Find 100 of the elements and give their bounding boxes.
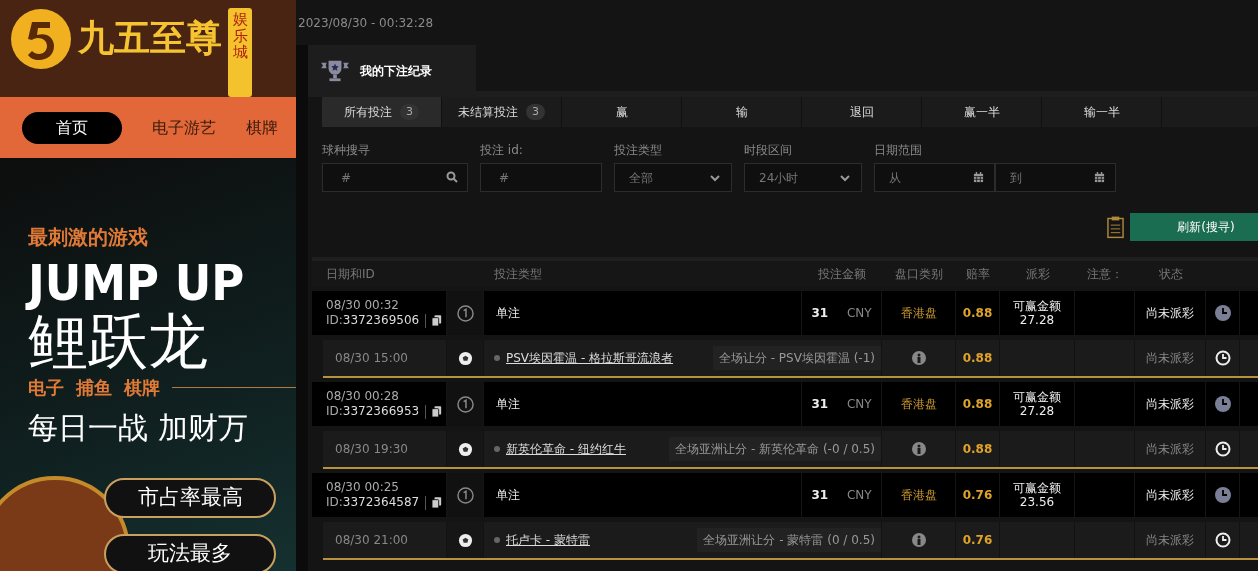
filter-tab[interactable]: 输 [682, 97, 802, 127]
bet-status: 尚未派彩 [1146, 305, 1194, 322]
bet-type: 单注 [496, 487, 520, 504]
search-icon [446, 171, 458, 183]
column-header: 派彩 [1024, 266, 1051, 283]
date-field[interactable]: 从 [874, 163, 995, 192]
calendar-icon [973, 172, 984, 183]
date-placeholder: 到 [1010, 169, 1022, 187]
info-icon [911, 442, 926, 456]
nav-tab[interactable]: 电子游艺 [152, 111, 216, 144]
banner-badge: 市占率最高 [104, 478, 276, 518]
date-placeholder: 从 [889, 169, 901, 187]
banner-tagline: 最刺激的游戏 [28, 224, 149, 251]
count-badge: 3 [526, 103, 545, 121]
bet-amount: 31 [811, 305, 829, 322]
field-label: 时段区间 [744, 142, 793, 159]
column-header: 日期和ID [325, 266, 376, 283]
logo-text: 九五至尊 [78, 20, 222, 60]
odds-value: 0.88 [962, 350, 993, 367]
nav-tab[interactable]: 首页 [22, 111, 122, 144]
bet-datetime: 08/30 00:32 [326, 298, 399, 313]
match-time: 08/30 21:00 [335, 532, 408, 549]
payout-label: 可赢金额 [1013, 298, 1061, 313]
filter-tab[interactable]: 赢一半 [922, 97, 1042, 127]
payout-amount: 23.56 [1019, 495, 1055, 510]
number-one-icon [456, 486, 474, 504]
dropdown[interactable]: 24小时 [744, 163, 862, 192]
match-link[interactable]: 托卢卡 - 蒙特雷 [506, 531, 590, 549]
number-one-icon [456, 395, 474, 413]
info-icon [911, 533, 926, 547]
info-icon [911, 351, 926, 365]
column-header: 盘口类别 [894, 266, 944, 283]
column-header: 赔率 [965, 266, 991, 283]
clock-icon [1214, 487, 1231, 503]
payout-amount: 27.28 [1019, 313, 1055, 328]
field-label: 投注 id: [480, 142, 524, 159]
bet-amount: 31 [811, 487, 829, 504]
input-field[interactable]: # [480, 163, 602, 192]
selection-status: 尚未派彩 [1146, 441, 1194, 458]
date-field[interactable]: 到 [995, 163, 1116, 192]
market-type: 香港盘 [900, 396, 937, 413]
column-header: 投注金额 [817, 266, 867, 283]
number-one-icon [456, 304, 474, 322]
clock-icon [1214, 396, 1231, 412]
match-link[interactable]: 新英伦革命 - 纽约红牛 [506, 440, 626, 458]
payout-label: 可赢金额 [1013, 389, 1061, 404]
timestamp: 2023/08/30 - 00:32:28 [296, 0, 1258, 45]
clock-icon [1214, 305, 1231, 321]
match-link[interactable]: PSV埃因霍温 - 格拉斯哥流浪者 [506, 349, 674, 367]
payout-label: 可赢金额 [1013, 480, 1061, 495]
column-header: 投注类型 [493, 266, 543, 283]
odds-value: 0.88 [962, 396, 993, 413]
payout-amount: 27.28 [1019, 404, 1055, 419]
bet-type: 单注 [496, 305, 520, 322]
category-label: 电子 [28, 376, 64, 400]
input-field[interactable]: # [322, 163, 468, 192]
copy-icon[interactable] [432, 314, 443, 327]
clipboard-icon [1107, 215, 1124, 239]
dropdown[interactable]: 全部 [614, 163, 732, 192]
bet-id: ID:3372366953 [326, 404, 420, 419]
count-badge: 3 [400, 103, 419, 121]
filter-tab[interactable]: 未结算投注 3 [442, 97, 562, 127]
clock-icon [1214, 350, 1231, 366]
soccer-ball-icon [457, 532, 473, 548]
bet-datetime: 08/30 00:25 [326, 480, 399, 495]
bet-datetime: 08/30 00:28 [326, 389, 399, 404]
copy-icon[interactable] [432, 405, 443, 418]
odds-value: 0.76 [962, 487, 993, 504]
odds-value: 0.76 [962, 532, 993, 549]
filter-tab[interactable]: 输一半 [1042, 97, 1162, 127]
currency: CNY [846, 396, 872, 413]
clock-icon [1214, 441, 1231, 457]
filter-tab[interactable]: 赢 [562, 97, 682, 127]
currency: CNY [846, 305, 872, 322]
column-header: 注意： [1086, 266, 1124, 283]
bullet-icon [494, 446, 500, 452]
bet-amount: 31 [811, 396, 829, 413]
modal-title: 我的下注纪录 [360, 63, 432, 80]
market-type: 香港盘 [900, 305, 937, 322]
field-label: 日期范围 [874, 142, 923, 159]
category-label: 棋牌 [124, 376, 160, 400]
field-label: 投注类型 [614, 142, 663, 159]
banner-badge: 玩法最多 [104, 534, 276, 571]
field-label: 球种搜寻 [322, 142, 371, 159]
category-label: 捕鱼 [76, 376, 112, 400]
match-time: 08/30 19:30 [335, 441, 408, 458]
column-header: 状态 [1157, 266, 1184, 283]
market-description: 全场亚洲让分 - 蒙特雷 (0 / 0.5) [697, 528, 881, 552]
refresh-button[interactable]: 刷新(搜寻) [1130, 213, 1258, 241]
nav-tab[interactable]: 棋牌 [246, 111, 278, 144]
filter-tab[interactable]: 所有投注 3 [322, 97, 442, 127]
logo-icon [10, 8, 72, 70]
copy-icon[interactable] [432, 496, 443, 509]
currency: CNY [846, 487, 872, 504]
clock-icon [1214, 532, 1231, 548]
market-description: 全场亚洲让分 - 新英伦革命 (-0 / 0.5) [669, 437, 881, 461]
selection-status: 尚未派彩 [1146, 350, 1194, 367]
filter-tab[interactable]: 退回 [802, 97, 922, 127]
soccer-ball-icon [457, 350, 473, 366]
bet-status: 尚未派彩 [1146, 487, 1194, 504]
